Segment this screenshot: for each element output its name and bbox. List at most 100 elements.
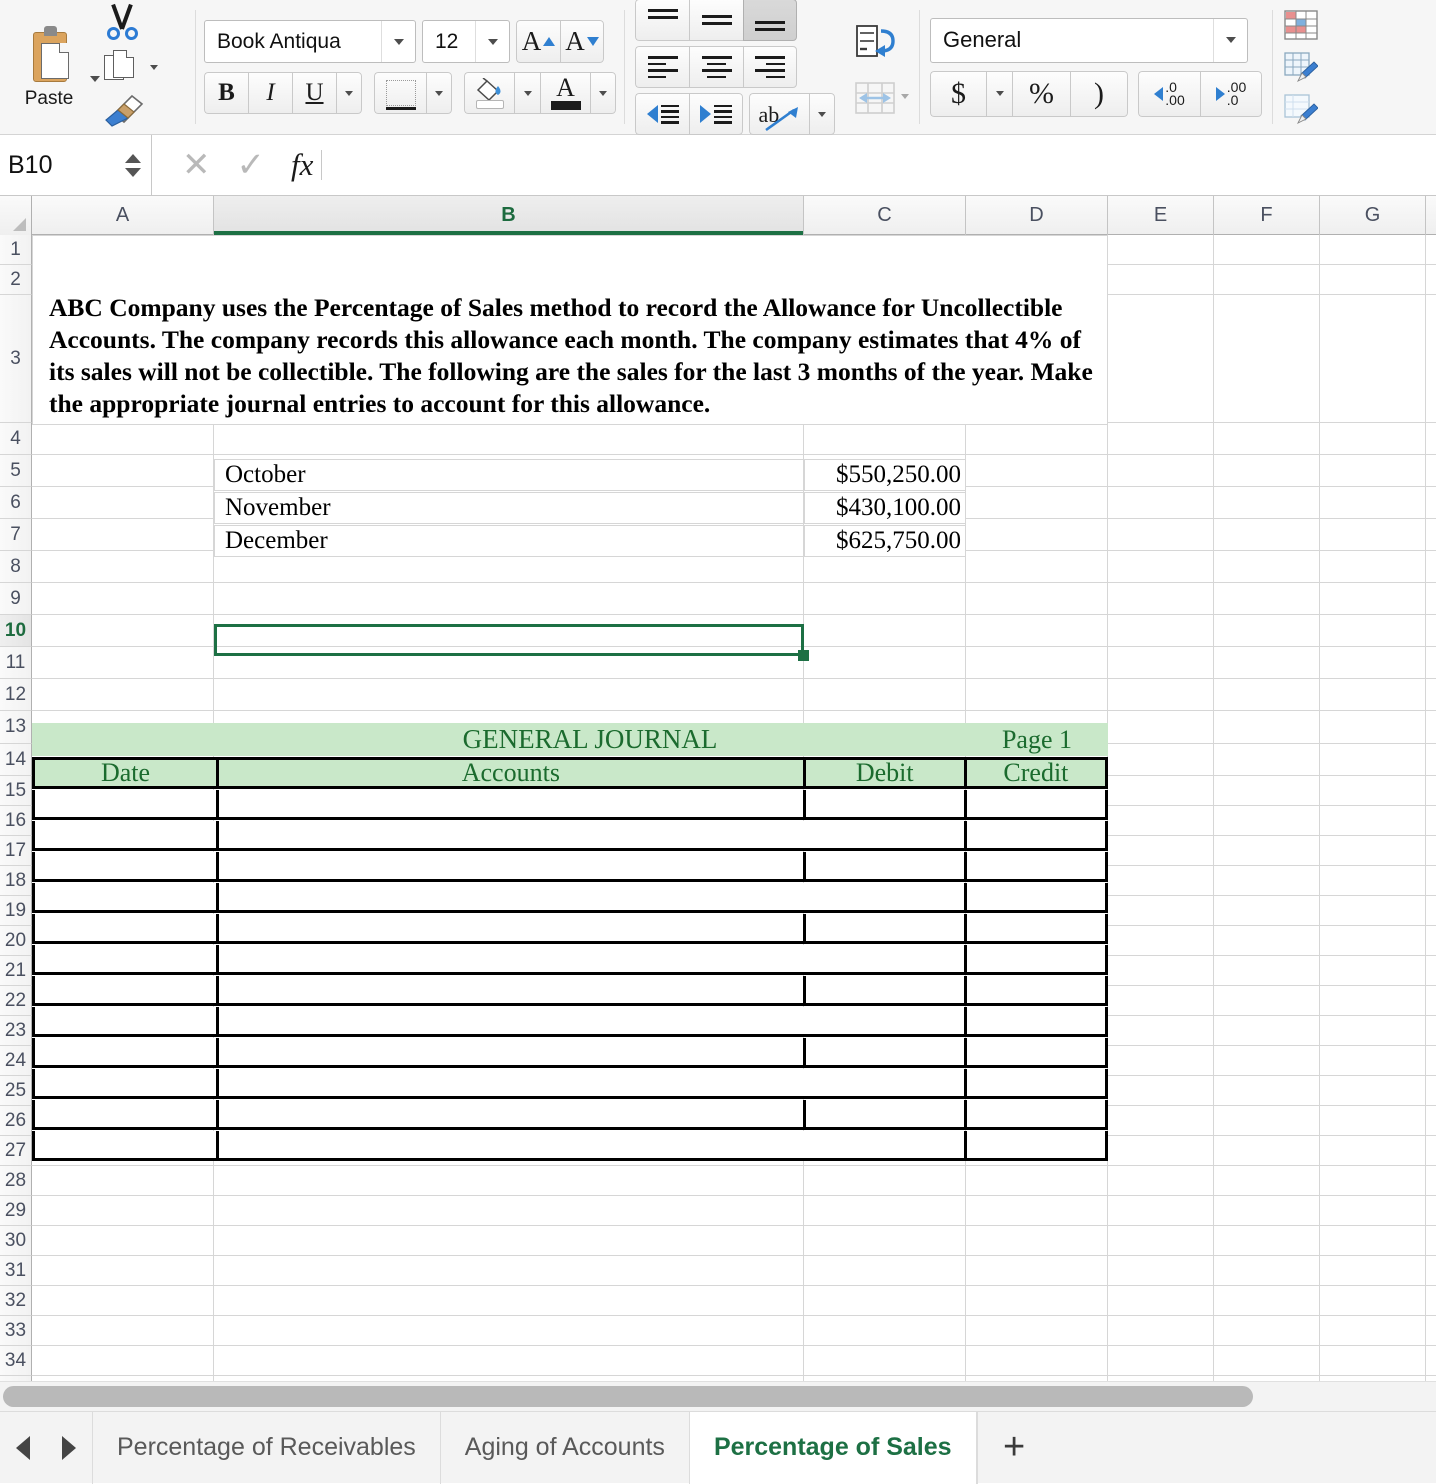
cell-F3[interactable] <box>1214 295 1320 422</box>
cell-E6[interactable] <box>1108 487 1214 518</box>
cell-E24[interactable] <box>1108 1046 1214 1075</box>
row-header-4[interactable]: 4 <box>0 423 32 455</box>
cell-C34[interactable] <box>804 1346 966 1375</box>
prev-sheet-button[interactable] <box>0 1412 46 1484</box>
sales-amount-october[interactable]: $550,250.00 <box>804 459 966 491</box>
font-color-dropdown-arrow[interactable] <box>590 72 616 114</box>
font-color-button[interactable]: A <box>540 72 590 114</box>
cell-D6[interactable] <box>966 487 1108 518</box>
align-bottom-button[interactable] <box>743 0 797 41</box>
decrease-font-size-button[interactable]: A <box>560 20 604 63</box>
cell-E13[interactable] <box>1108 711 1214 743</box>
cell-G7[interactable] <box>1320 519 1426 550</box>
add-sheet-button[interactable]: + <box>976 1411 1051 1484</box>
cut-button[interactable] <box>102 2 158 44</box>
number-format-select[interactable]: General <box>930 17 1248 63</box>
sales-month-november[interactable]: November <box>214 492 804 524</box>
cell-F33[interactable] <box>1214 1316 1320 1345</box>
cell-G9[interactable] <box>1320 583 1426 614</box>
cell-A9[interactable] <box>32 583 214 614</box>
cell-G25[interactable] <box>1320 1076 1426 1105</box>
cell-A8[interactable] <box>32 551 214 582</box>
journal-cell-credit[interactable] <box>963 1007 1105 1034</box>
select-all-corner[interactable] <box>0 196 32 235</box>
row-header-31[interactable]: 31 <box>0 1256 32 1286</box>
sheet-tab-aging-of-accounts[interactable]: Aging of Accounts <box>439 1411 689 1484</box>
chevron-down-icon[interactable] <box>475 21 509 62</box>
cell-G18[interactable] <box>1320 866 1426 895</box>
journal-cell-debit[interactable] <box>802 914 964 941</box>
row-header-7[interactable]: 7 <box>0 519 32 551</box>
cell-B10[interactable] <box>214 615 804 646</box>
cell-E9[interactable] <box>1108 583 1214 614</box>
sales-amount-december[interactable]: $625,750.00 <box>804 525 966 557</box>
journal-row[interactable] <box>32 945 1108 975</box>
conditional-formatting-icon[interactable] <box>1284 10 1318 40</box>
cell-A7[interactable] <box>32 519 214 550</box>
row-header-22[interactable]: 22 <box>0 986 32 1016</box>
cell-F17[interactable] <box>1214 836 1320 865</box>
cell-F15[interactable] <box>1214 776 1320 805</box>
journal-cell-date[interactable] <box>35 914 216 941</box>
journal-cell-accounts[interactable] <box>215 821 964 848</box>
journal-cell-accounts[interactable] <box>215 1131 964 1158</box>
cell-F8[interactable] <box>1214 551 1320 582</box>
cell-G3[interactable] <box>1320 295 1426 422</box>
cell-F22[interactable] <box>1214 986 1320 1015</box>
row-header-16[interactable]: 16 <box>0 806 32 836</box>
row-header-19[interactable]: 19 <box>0 896 32 926</box>
cell-C10[interactable] <box>804 615 966 646</box>
cell-F14[interactable] <box>1214 744 1320 775</box>
cell-F29[interactable] <box>1214 1196 1320 1225</box>
cell-E26[interactable] <box>1108 1106 1214 1135</box>
journal-cell-credit[interactable] <box>963 945 1105 972</box>
decrease-indent-button[interactable] <box>635 93 689 135</box>
next-sheet-button[interactable] <box>46 1412 92 1484</box>
chevron-down-icon[interactable] <box>381 21 415 62</box>
cell-E34[interactable] <box>1108 1346 1214 1375</box>
cell-F2[interactable] <box>1214 265 1320 294</box>
cell-F16[interactable] <box>1214 806 1320 835</box>
percent-format-button[interactable]: % <box>1012 70 1070 117</box>
italic-button[interactable]: I <box>248 72 292 114</box>
cell-D12[interactable] <box>966 679 1108 710</box>
name-box[interactable]: B10 <box>0 135 152 195</box>
cell-C4[interactable] <box>804 423 966 454</box>
cell-F24[interactable] <box>1214 1046 1320 1075</box>
cell-D32[interactable] <box>966 1286 1108 1315</box>
cell-D4[interactable] <box>966 423 1108 454</box>
row-header-10[interactable]: 10 <box>0 615 32 647</box>
cell-E10[interactable] <box>1108 615 1214 646</box>
journal-cell-date[interactable] <box>35 1007 216 1034</box>
row-header-17[interactable]: 17 <box>0 836 32 866</box>
cell-E27[interactable] <box>1108 1136 1214 1165</box>
fill-color-dropdown-arrow[interactable] <box>514 72 540 114</box>
journal-cell-accounts[interactable] <box>215 883 964 910</box>
row-header-28[interactable]: 28 <box>0 1166 32 1196</box>
cell-F12[interactable] <box>1214 679 1320 710</box>
cell-F20[interactable] <box>1214 926 1320 955</box>
format-as-table-icon[interactable] <box>1284 52 1319 83</box>
increase-font-size-button[interactable]: A <box>516 20 560 63</box>
underline-button[interactable]: U <box>292 72 336 114</box>
row-header-2[interactable]: 2 <box>0 265 32 295</box>
cell-A34[interactable] <box>32 1346 214 1375</box>
cell-E28[interactable] <box>1108 1166 1214 1195</box>
row-header-23[interactable]: 23 <box>0 1016 32 1046</box>
journal-row[interactable] <box>32 790 1108 820</box>
cell-G16[interactable] <box>1320 806 1426 835</box>
cell-F18[interactable] <box>1214 866 1320 895</box>
cell-C33[interactable] <box>804 1316 966 1345</box>
journal-cell-credit[interactable] <box>963 1100 1105 1127</box>
journal-cell-credit[interactable] <box>963 852 1105 879</box>
cell-C11[interactable] <box>804 647 966 678</box>
sheet-tab-percentage-of-sales[interactable]: Percentage of Sales <box>688 1411 977 1484</box>
font-size-select[interactable]: 12 <box>422 20 510 63</box>
orientation-button[interactable]: ab <box>749 93 809 135</box>
journal-row[interactable] <box>32 821 1108 851</box>
cell-E8[interactable] <box>1108 551 1214 582</box>
journal-cell-accounts[interactable] <box>215 1100 803 1127</box>
cell-F31[interactable] <box>1214 1256 1320 1285</box>
sales-month-december[interactable]: December <box>214 525 804 557</box>
cell-A31[interactable] <box>32 1256 214 1285</box>
